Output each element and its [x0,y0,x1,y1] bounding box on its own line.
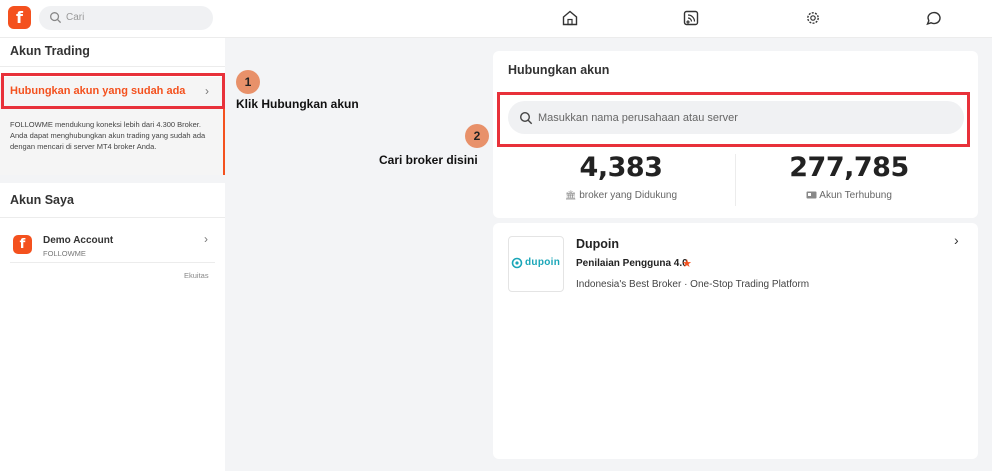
chevron-right-icon[interactable]: › [204,232,208,246]
account-avatar: f [13,235,32,254]
my-accounts-title: Akun Saya [10,193,74,207]
demo-account-name[interactable]: Demo Account [43,235,113,246]
connected-accounts-count: 277,785 [789,152,909,183]
divider [0,66,225,67]
connected-accounts-label: Akun Terhubung [749,190,949,201]
broker-rating: Penilaian Pengguna 4.0 [576,258,688,269]
stats-divider [735,154,736,206]
global-search-input[interactable]: Cari [39,6,213,30]
trading-accounts-title: Akun Trading [10,44,90,58]
star-icon: ★ [682,258,692,270]
followme-logo[interactable]: f [8,6,31,29]
step-badge-2: 2 [465,124,489,148]
supported-brokers-count: 4,383 [579,152,663,183]
step-badge-1: 1 [236,70,260,94]
broker-name[interactable]: Dupoin [576,237,619,251]
step-1-instruction: Klik Hubungkan akun [236,97,359,111]
chevron-right-icon[interactable]: › [954,232,959,248]
dupoin-wordmark: dupoin [525,257,561,268]
connected-accounts-text: Akun Terhubung [819,190,892,201]
search-icon [50,12,62,24]
highlight-box-search [497,92,970,147]
section-gap [0,175,225,183]
supported-brokers-label: 🏛 broker yang Didukung [521,190,721,201]
top-bar: f Cari [0,0,992,38]
connect-card-title: Hubungkan akun [508,63,610,77]
chat-icon[interactable] [925,9,943,27]
equity-label: Ekuitas [184,271,209,280]
broker-list-card [493,223,978,459]
dupoin-logo[interactable]: dupoin [508,236,564,292]
demo-account-platform: FOLLOWME [43,249,86,258]
home-icon[interactable] [561,9,579,27]
divider [10,262,215,263]
dupoin-mark-icon [511,257,523,269]
feed-icon[interactable] [682,9,700,27]
step-2-instruction: Cari broker disini [379,153,478,167]
search-placeholder: Cari [66,12,85,23]
highlight-box-connect [1,73,225,109]
bank-icon: 🏛 [564,190,577,200]
settings-icon[interactable] [804,9,822,27]
connect-description: FOLLOWME mendukung koneksi lebih dari 4.… [10,120,206,151]
supported-brokers-text: broker yang Didukung [579,190,678,201]
broker-description: Indonesia's Best Broker · One-Stop Tradi… [576,279,810,290]
divider [0,217,225,218]
id-card-icon [806,191,817,199]
